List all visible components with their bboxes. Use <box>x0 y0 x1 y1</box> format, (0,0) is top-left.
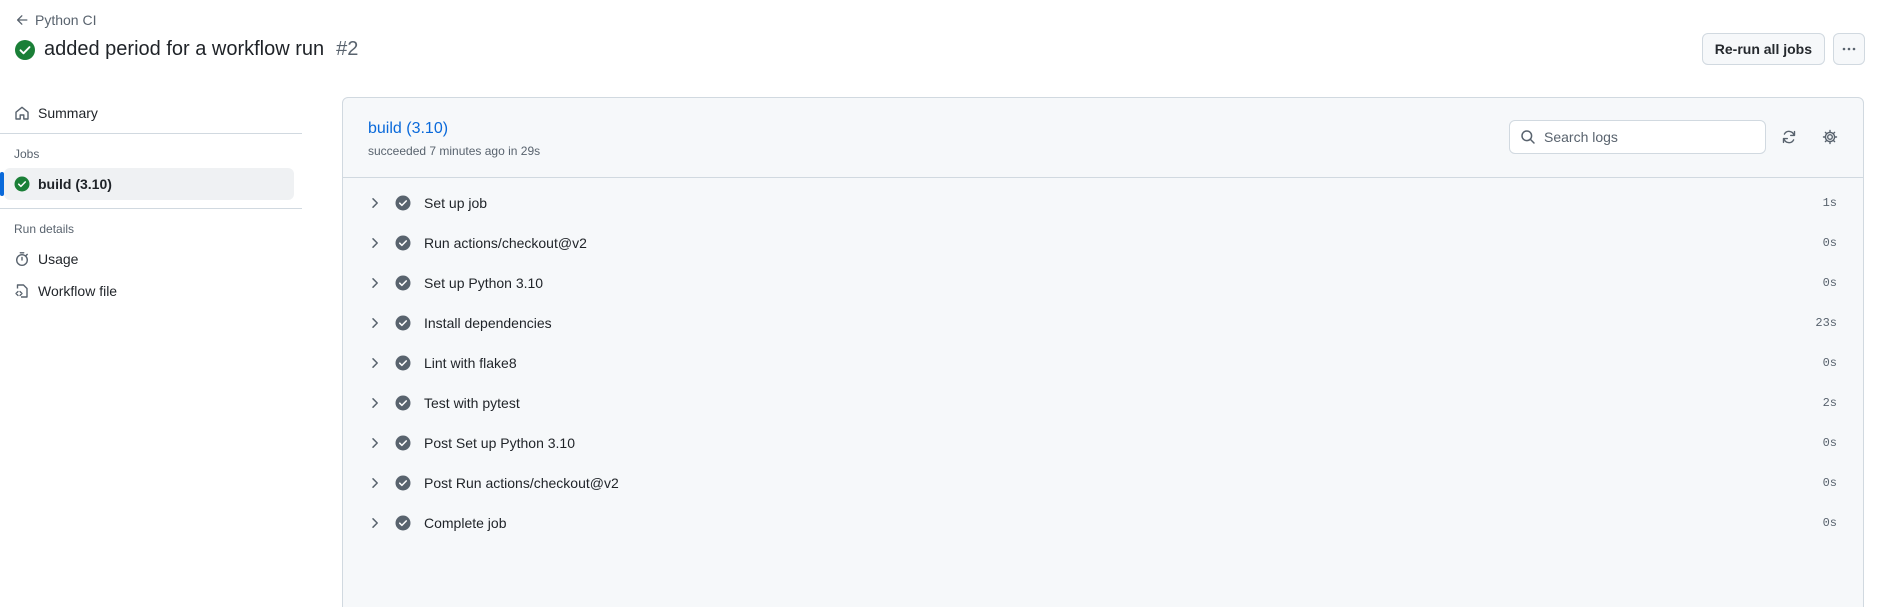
job-step-label: Complete job <box>424 515 507 531</box>
sidebar-divider <box>0 208 302 209</box>
job-step-duration: 0s <box>1822 356 1837 370</box>
sidebar-heading-jobs: Jobs <box>14 147 40 161</box>
job-step-row[interactable]: Install dependencies 23s <box>343 303 1863 343</box>
job-step-duration: 0s <box>1822 236 1837 250</box>
job-step-duration: 0s <box>1822 476 1837 490</box>
job-step-row[interactable]: Post Run actions/checkout@v2 0s <box>343 463 1863 503</box>
job-steps-list: Set up job 1s Run actions/checkout@v2 0s Set… <box>343 178 1863 543</box>
sidebar-item-usage[interactable]: Usage <box>0 243 302 275</box>
check-circle-fill-icon <box>395 435 411 451</box>
job-name-link[interactable]: build (3.10) <box>368 120 448 138</box>
header-actions: Re-run all jobs <box>1701 33 1865 65</box>
check-circle-fill-icon <box>395 395 411 411</box>
back-link-label: Python CI <box>35 12 97 28</box>
page-title: added period for a workflow run <box>44 38 325 60</box>
rerun-all-jobs-button[interactable]: Re-run all jobs <box>1701 33 1825 65</box>
page-title-row: added period for a workflow run #2 <box>14 38 358 61</box>
back-link-workflow[interactable]: Python CI <box>15 12 96 28</box>
sidebar-item-summary[interactable]: Summary <box>0 97 302 129</box>
sidebar: Summary Jobs build (3.10) Run details Us… <box>0 97 302 307</box>
sidebar-item-job-build[interactable]: build (3.10) <box>0 168 294 200</box>
home-icon <box>15 106 29 120</box>
search-logs-box[interactable] <box>1509 120 1766 154</box>
job-step-duration: 1s <box>1822 196 1837 210</box>
job-log-panel: build (3.10) succeeded 7 minutes ago in … <box>342 97 1864 607</box>
job-step-duration: 0s <box>1822 276 1837 290</box>
chevron-right-icon <box>372 398 378 408</box>
job-step-duration: 2s <box>1822 396 1837 410</box>
check-circle-fill-icon <box>395 195 411 211</box>
check-circle-fill-icon <box>14 176 30 192</box>
job-step-row[interactable]: Set up job 1s <box>343 183 1863 223</box>
job-step-label: Post Run actions/checkout@v2 <box>424 475 619 491</box>
sidebar-item-label: build (3.10) <box>38 176 112 192</box>
chevron-right-icon <box>372 478 378 488</box>
chevron-right-icon <box>372 358 378 368</box>
stopwatch-icon <box>15 252 29 267</box>
chevron-right-icon <box>372 238 378 248</box>
check-circle-fill-icon <box>395 235 411 251</box>
job-step-duration: 0s <box>1822 436 1837 450</box>
job-step-row[interactable]: Lint with flake8 0s <box>343 343 1863 383</box>
job-step-label: Set up job <box>424 195 488 211</box>
sidebar-item-label: Workflow file <box>38 283 118 299</box>
job-step-label: Install dependencies <box>424 315 552 331</box>
search-icon <box>1521 130 1535 144</box>
job-step-label: Set up Python 3.10 <box>424 275 544 291</box>
job-step-label: Post Set up Python 3.10 <box>424 435 575 451</box>
job-status-meta: succeeded 7 minutes ago in 29s <box>368 144 541 158</box>
chevron-right-icon <box>372 318 378 328</box>
refresh-logs-button[interactable] <box>1778 126 1800 148</box>
check-circle-fill-icon <box>395 275 411 291</box>
job-step-duration: 23s <box>1815 316 1837 330</box>
job-step-row[interactable]: Complete job 0s <box>343 503 1863 543</box>
chevron-right-icon <box>372 438 378 448</box>
check-circle-fill-icon <box>395 515 411 531</box>
job-step-label: Lint with flake8 <box>424 355 517 371</box>
search-logs-input[interactable] <box>1544 129 1754 145</box>
sidebar-item-label: Summary <box>38 105 98 121</box>
arrow-left-icon <box>16 15 28 25</box>
check-circle-fill-icon <box>15 39 35 60</box>
sidebar-item-workflow-file[interactable]: Workflow file <box>0 275 302 307</box>
job-step-row[interactable]: Set up Python 3.10 0s <box>343 263 1863 303</box>
job-step-duration: 0s <box>1822 516 1837 530</box>
job-step-label: Run actions/checkout@v2 <box>424 235 587 251</box>
check-circle-fill-icon <box>395 475 411 491</box>
kebab-horizontal-icon <box>1842 47 1856 51</box>
chevron-right-icon <box>372 278 378 288</box>
run-number: #2 <box>336 38 359 60</box>
job-step-row[interactable]: Post Set up Python 3.10 0s <box>343 423 1863 463</box>
job-step-label: Test with pytest <box>424 395 520 411</box>
more-options-button[interactable] <box>1833 33 1865 65</box>
sidebar-item-label: Usage <box>38 251 79 267</box>
job-step-row[interactable]: Test with pytest 2s <box>343 383 1863 423</box>
sync-icon <box>1782 130 1796 144</box>
file-code-icon <box>15 284 28 298</box>
job-header: build (3.10) succeeded 7 minutes ago in … <box>343 98 1863 178</box>
check-circle-fill-icon <box>395 355 411 371</box>
sidebar-divider <box>0 133 302 134</box>
job-step-row[interactable]: Run actions/checkout@v2 0s <box>343 223 1863 263</box>
gear-icon <box>1822 129 1838 145</box>
chevron-right-icon <box>372 518 378 528</box>
chevron-right-icon <box>372 198 378 208</box>
check-circle-fill-icon <box>395 315 411 331</box>
sidebar-heading-run-details: Run details <box>14 222 75 236</box>
log-settings-button[interactable] <box>1819 126 1841 148</box>
